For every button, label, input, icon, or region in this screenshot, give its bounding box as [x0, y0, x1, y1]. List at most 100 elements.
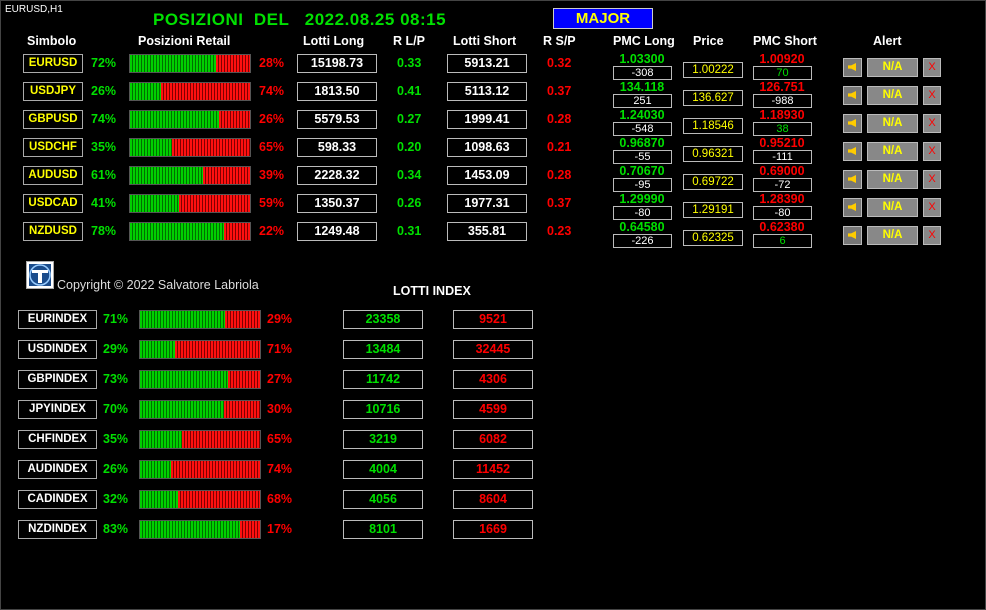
symbol-button[interactable]: USDCHF [23, 138, 83, 157]
pmc-short-diff: -988 [753, 94, 812, 108]
long-percent: 26% [91, 84, 117, 98]
alert-megaphone-icon[interactable] [843, 114, 862, 133]
retail-position-bar [129, 138, 251, 157]
chart-symbol-label: EURUSD,H1 [5, 4, 63, 15]
header-simbolo: Simbolo [27, 34, 77, 48]
lotti-long-value: 2228.32 [297, 166, 377, 185]
alert-close-button[interactable]: X [923, 142, 941, 161]
alert-value-button[interactable]: N/A [867, 226, 918, 245]
header-r-lp: R L/P [393, 34, 425, 48]
index-lotti-short: 4599 [453, 400, 533, 419]
index-name-button[interactable]: USDINDEX [18, 340, 97, 359]
alert-value-button[interactable]: N/A [867, 86, 918, 105]
symbol-button[interactable]: GBPUSD [23, 110, 83, 129]
price-value: 0.69722 [683, 174, 743, 190]
r-sp-value: 0.32 [547, 56, 572, 70]
alert-close-button[interactable]: X [923, 226, 941, 245]
index-position-bar [139, 460, 261, 479]
lotti-long-value: 1350.37 [297, 194, 377, 213]
pmc-long-value: 1.29990 [619, 192, 665, 206]
alert-megaphone-icon[interactable] [843, 226, 862, 245]
lotti-long-value: 1249.48 [297, 222, 377, 241]
long-bar-fill [140, 431, 182, 448]
symbol-button[interactable]: EURUSD [23, 54, 83, 73]
long-percent: 78% [91, 224, 117, 238]
index-name-button[interactable]: JPYINDEX [18, 400, 97, 419]
short-bar-fill [171, 461, 260, 478]
symbol-button[interactable]: USDCAD [23, 194, 83, 213]
long-bar-fill [130, 167, 204, 184]
index-long-percent: 29% [103, 342, 129, 356]
short-percent: 65% [259, 140, 285, 154]
long-bar-fill [140, 311, 226, 328]
r-sp-value: 0.28 [547, 112, 572, 126]
index-name-button[interactable]: EURINDEX [18, 310, 97, 329]
alert-close-button[interactable]: X [923, 170, 941, 189]
header-pmc-long: PMC Long [613, 34, 675, 48]
index-lotti-long: 4004 [343, 460, 423, 479]
index-short-percent: 74% [267, 462, 293, 476]
symbol-button[interactable]: AUDUSD [23, 166, 83, 185]
header-lotti-long: Lotti Long [303, 34, 365, 48]
lotti-short-value: 1098.63 [447, 138, 527, 157]
alert-value-button[interactable]: N/A [867, 142, 918, 161]
long-bar-fill [140, 461, 172, 478]
r-lp-value: 0.34 [397, 168, 422, 182]
alert-value-button[interactable]: N/A [867, 170, 918, 189]
r-lp-value: 0.33 [397, 56, 422, 70]
alert-megaphone-icon[interactable] [843, 198, 862, 217]
index-short-percent: 65% [267, 432, 293, 446]
pmc-short-value: 126.751 [759, 80, 805, 94]
long-bar-fill [130, 223, 224, 240]
r-sp-value: 0.37 [547, 84, 572, 98]
retail-position-bar [129, 194, 251, 213]
alert-value-button[interactable]: N/A [867, 58, 918, 77]
index-name-button[interactable]: AUDINDEX [18, 460, 97, 479]
pmc-short-diff: 70 [753, 66, 812, 80]
lotti-long-value: 598.33 [297, 138, 377, 157]
index-short-percent: 27% [267, 372, 293, 386]
price-value: 1.00222 [683, 62, 743, 78]
symbol-button[interactable]: NZDUSD [23, 222, 83, 241]
alert-megaphone-icon[interactable] [843, 170, 862, 189]
index-position-bar [139, 370, 261, 389]
index-lotti-long: 11742 [343, 370, 423, 389]
long-bar-fill [140, 401, 224, 418]
index-lotti-short: 32445 [453, 340, 533, 359]
alert-close-button[interactable]: X [923, 114, 941, 133]
alert-megaphone-icon[interactable] [843, 86, 862, 105]
index-name-button[interactable]: NZDINDEX [18, 520, 97, 539]
short-bar-fill [223, 223, 250, 240]
retail-position-bar [129, 54, 251, 73]
index-long-percent: 26% [103, 462, 129, 476]
symbol-button[interactable]: USDJPY [23, 82, 83, 101]
pmc-short-diff: 38 [753, 122, 812, 136]
alert-megaphone-icon[interactable] [843, 142, 862, 161]
price-value: 136.627 [683, 90, 743, 106]
index-name-button[interactable]: GBPINDEX [18, 370, 97, 389]
index-lotti-long: 8101 [343, 520, 423, 539]
pmc-short-diff: 6 [753, 234, 812, 248]
index-name-button[interactable]: CHFINDEX [18, 430, 97, 449]
index-short-percent: 30% [267, 402, 293, 416]
long-bar-fill [140, 521, 240, 538]
alert-close-button[interactable]: X [923, 86, 941, 105]
alert-close-button[interactable]: X [923, 198, 941, 217]
index-lotti-short: 9521 [453, 310, 533, 329]
alert-value-button[interactable]: N/A [867, 198, 918, 217]
index-name-button[interactable]: CADINDEX [18, 490, 97, 509]
alert-close-button[interactable]: X [923, 58, 941, 77]
major-group-button[interactable]: MAJOR [553, 8, 653, 29]
pmc-long-value: 0.96870 [619, 136, 665, 150]
pmc-short-value: 0.62380 [759, 220, 805, 234]
price-value: 1.29191 [683, 202, 743, 218]
long-bar-fill [140, 341, 175, 358]
pmc-short-diff: -80 [753, 206, 812, 220]
r-lp-value: 0.31 [397, 224, 422, 238]
short-percent: 74% [259, 84, 285, 98]
alert-megaphone-icon[interactable] [843, 58, 862, 77]
alert-value-button[interactable]: N/A [867, 114, 918, 133]
pmc-short-value: 1.18930 [759, 108, 805, 122]
long-bar-fill [130, 139, 172, 156]
r-lp-value: 0.27 [397, 112, 422, 126]
